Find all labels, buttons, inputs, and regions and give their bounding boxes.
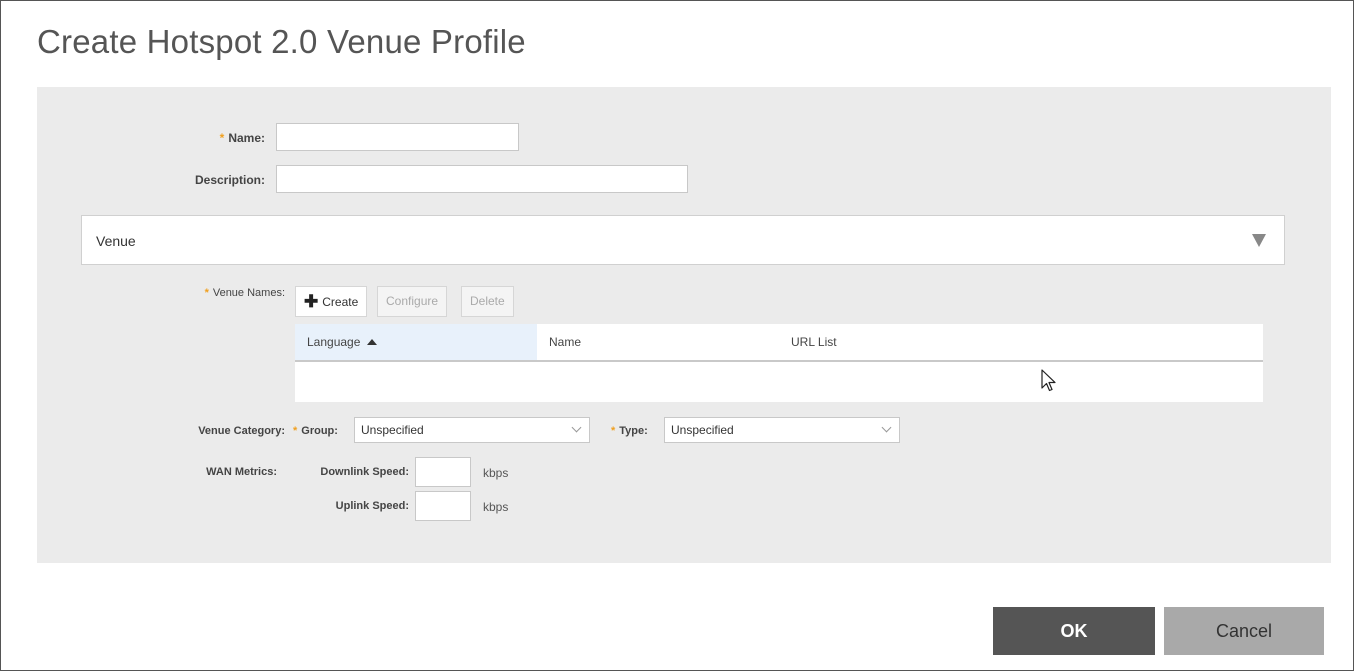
group-label: * Group: <box>293 425 338 437</box>
venue-section-header[interactable]: Venue <box>81 215 1285 265</box>
create-button[interactable]: ✚ Create <box>295 286 368 317</box>
downlink-speed-label: Downlink Speed: <box>320 466 409 478</box>
group-select[interactable]: Unspecified <box>354 417 590 443</box>
form-panel: * Name: Description: Venue * Venue Names: … <box>37 87 1331 563</box>
required-mark: * <box>219 131 225 145</box>
venue-names-table-header: Language Name URL List <box>295 324 1263 362</box>
dialog-frame: Create Hotspot 2.0 Venue Profile * Name: … <box>0 0 1354 671</box>
collapse-triangle-icon[interactable] <box>1252 234 1266 247</box>
chevron-down-icon <box>881 422 892 433</box>
venue-names-label: * Venue Names: <box>204 287 285 299</box>
type-select[interactable]: Unspecified <box>664 417 900 443</box>
name-label: * Name: <box>219 131 265 145</box>
description-label: Description: <box>194 173 265 187</box>
venue-category-label: Venue Category: <box>198 425 285 437</box>
dialog-title: Create Hotspot 2.0 Venue Profile <box>37 23 526 60</box>
plus-icon: ✚ <box>304 292 319 311</box>
configure-button[interactable]: Configure <box>377 286 448 317</box>
venue-names-table-body <box>295 362 1263 402</box>
delete-button[interactable]: Delete <box>461 286 514 317</box>
column-header-language[interactable]: Language <box>295 324 537 360</box>
chevron-down-icon <box>571 422 582 433</box>
type-label: * Type: <box>611 425 648 437</box>
venue-section-title: Venue <box>96 233 136 249</box>
ok-button[interactable]: OK <box>993 607 1155 655</box>
downlink-speed-input[interactable] <box>415 457 471 487</box>
sort-ascending-icon <box>367 339 378 345</box>
cancel-button[interactable]: Cancel <box>1164 607 1324 655</box>
description-input[interactable] <box>276 165 688 193</box>
downlink-unit: kbps <box>483 466 509 480</box>
mouse-cursor-icon <box>1041 369 1056 392</box>
column-header-url-list[interactable]: URL List <box>779 324 1263 360</box>
uplink-speed-input[interactable] <box>415 491 471 521</box>
column-header-name[interactable]: Name <box>537 324 779 360</box>
uplink-unit: kbps <box>483 500 509 514</box>
wan-metrics-label: WAN Metrics: <box>206 466 277 478</box>
uplink-speed-label: Uplink Speed: <box>335 500 409 512</box>
name-input[interactable] <box>276 123 519 151</box>
